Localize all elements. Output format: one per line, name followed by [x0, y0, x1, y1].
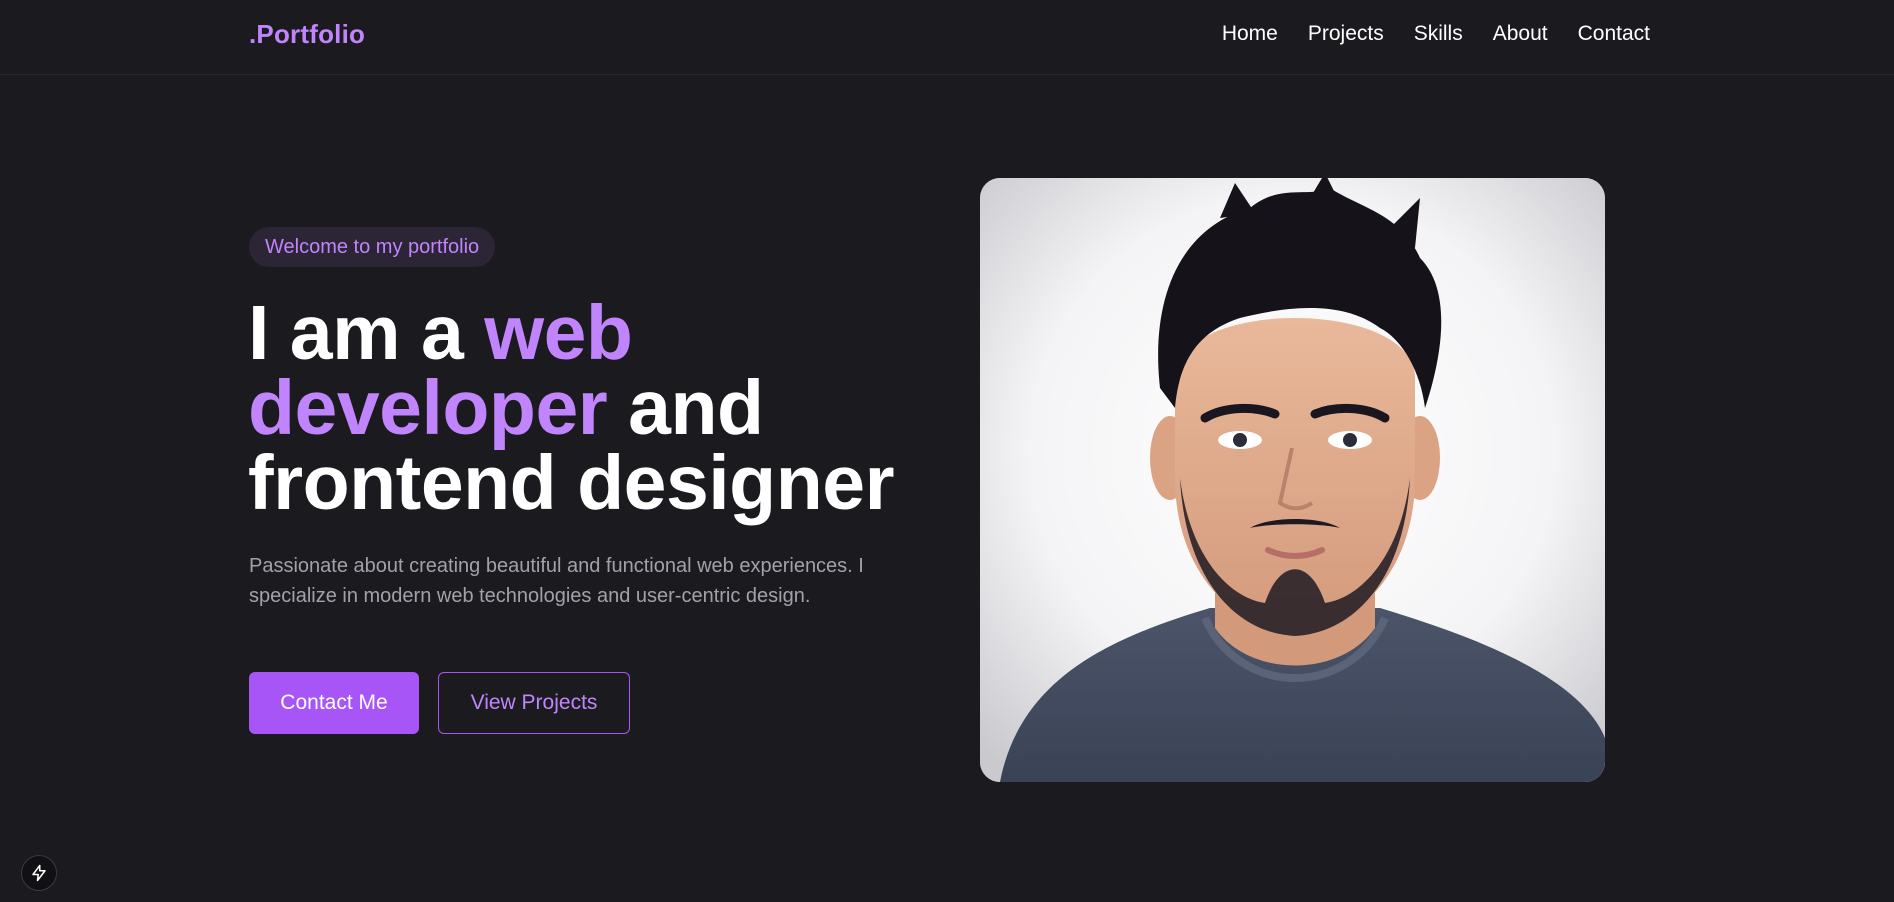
bolt-badge[interactable] [21, 855, 57, 891]
headline-text-3: frontend designer [248, 440, 895, 526]
nav-link-projects[interactable]: Projects [1308, 22, 1384, 46]
nav-link-contact[interactable]: Contact [1578, 22, 1650, 46]
nav-link-skills[interactable]: Skills [1414, 22, 1463, 46]
portfolio-page: .Portfolio Home Projects Skills About Co… [0, 0, 1894, 902]
headline-accent-1: web [484, 290, 633, 376]
bolt-icon [32, 864, 46, 882]
contact-me-button[interactable]: Contact Me [249, 672, 419, 734]
headline-accent-2: developer [248, 365, 608, 451]
nav-links: Home Projects Skills About Contact [1222, 22, 1650, 46]
nav-link-home[interactable]: Home [1222, 22, 1278, 46]
headline-text-2: and [607, 365, 764, 451]
hero-description: Passionate about creating beautiful and … [249, 555, 864, 607]
brand-logo[interactable]: .Portfolio [249, 19, 365, 50]
hero-headline: I am a web developer and frontend design… [248, 295, 948, 522]
view-projects-button[interactable]: View Projects [438, 672, 630, 734]
nav-link-about[interactable]: About [1493, 22, 1548, 46]
navbar: .Portfolio Home Projects Skills About Co… [0, 0, 1894, 75]
profile-photo [980, 178, 1605, 782]
headline-text-1: I am a [248, 290, 485, 376]
welcome-badge: Welcome to my portfolio [249, 227, 496, 267]
profile-portrait-illustration [980, 178, 1605, 782]
